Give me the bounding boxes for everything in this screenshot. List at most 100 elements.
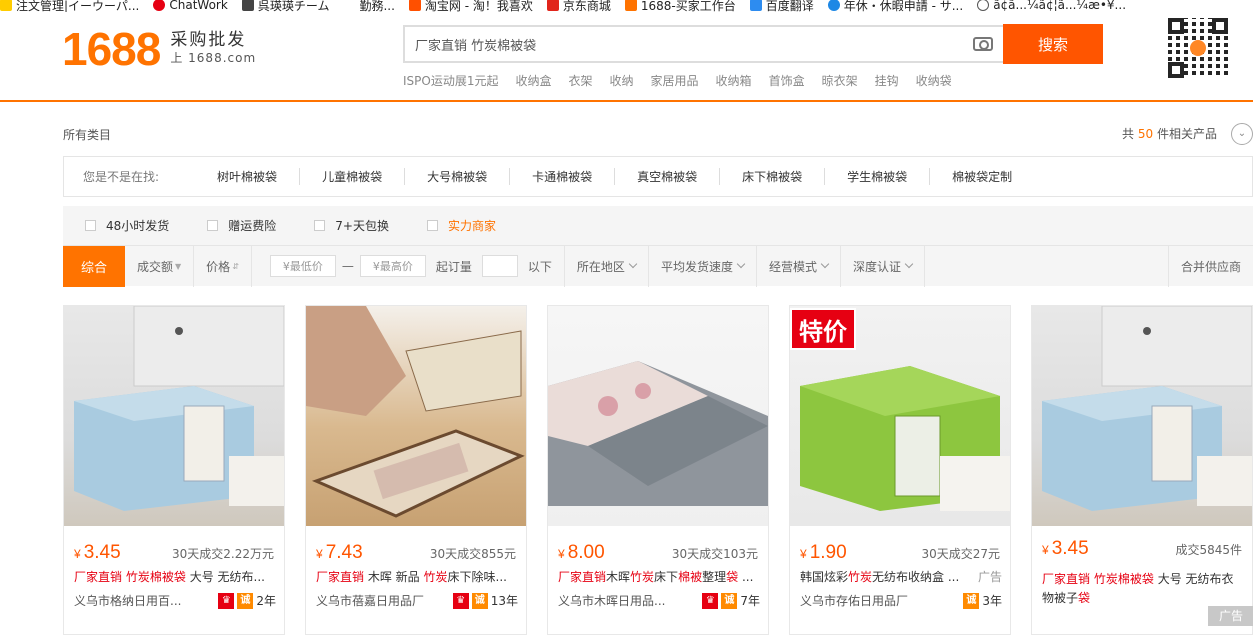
product-image[interactable] — [1032, 306, 1252, 526]
camera-icon[interactable] — [973, 37, 993, 51]
filter-speed[interactable]: 平均发货速度 — [649, 245, 757, 287]
crown-badge-icon: ♛ — [702, 592, 719, 609]
hot-keyword[interactable]: 晾衣架 — [822, 72, 858, 89]
company-name[interactable]: 义乌市存佑日用品厂 — [800, 592, 960, 609]
checkbox[interactable] — [427, 220, 438, 231]
hot-keyword[interactable]: ISPO运动展1元起 — [403, 72, 498, 89]
product-title-line2[interactable]: 物被子袋 — [1042, 589, 1244, 606]
suggestion-item[interactable]: 儿童棉被袋 — [300, 168, 406, 185]
bookmark-label: 百度翻译 — [765, 0, 814, 12]
title-text: 无纺布收纳盒 ... — [872, 570, 960, 584]
filter-48h[interactable]: 48小时发货 — [85, 217, 169, 234]
logo-slogan: 采购批发 — [170, 30, 247, 50]
product-title[interactable]: 厂家直销木晖竹炭床下棉被整理袋 ... — [558, 568, 760, 585]
chevron-down-icon — [736, 259, 746, 269]
sort-sales[interactable]: 成交额 ▼ — [125, 245, 195, 287]
product-card[interactable]: 特价 ¥1.90 30天成交27元 韩国炫彩竹炭无纺布收纳盒 ... 广告 义乌市存… — [789, 305, 1011, 635]
company-name[interactable]: 义乌市木晖日用品... — [558, 592, 699, 609]
suggestion-item[interactable]: 真空棉被袋 — [615, 168, 721, 185]
title-text: ... — [741, 570, 754, 584]
merge-suppliers[interactable]: 合并供应商 — [1167, 245, 1253, 287]
search-input[interactable] — [405, 36, 973, 52]
bookmark-label: ChatWork — [169, 0, 228, 12]
sort-updown-icon: ⇵ — [232, 261, 239, 271]
hot-keyword[interactable]: 收纳盒 — [515, 72, 551, 89]
sort-comprehensive[interactable]: 综合 — [63, 245, 125, 287]
apple-icon — [241, 0, 254, 11]
all-categories[interactable]: 所有类目 — [63, 126, 111, 143]
product-title[interactable]: 厂家直销 竹炭棉被袋 大号 无纺布衣 — [1042, 570, 1244, 587]
filter-exchange[interactable]: 7+天包换 — [314, 217, 389, 234]
checkbox[interactable] — [314, 220, 326, 231]
suggestion-item[interactable]: 学生棉被袋 — [825, 168, 931, 185]
product-image[interactable]: 特价 — [790, 306, 1010, 526]
product-image[interactable] — [548, 306, 768, 526]
title-highlight: 棉被 — [678, 570, 703, 584]
count-prefix: 共 — [1122, 127, 1135, 141]
title-highlight: 竹炭棉被袋 — [1093, 572, 1154, 586]
moq-input[interactable] — [481, 255, 518, 277]
logo-number: 1688 — [62, 23, 161, 75]
bookmark-label: 淘宝网 - 淘！我喜欢 — [424, 0, 533, 12]
product-image[interactable] — [306, 306, 526, 526]
site-logo[interactable]: 1688 采购批发 上 1688.com — [62, 22, 256, 76]
bookmark-10[interactable]: ã¢ã...¼ã¢¦ã...¼æ•¥... — [977, 0, 1126, 12]
title-text: 韩国炫彩 — [800, 570, 849, 584]
hot-keyword[interactable]: 首饰盒 — [769, 72, 805, 89]
product-card[interactable]: ¥7.43 30天成交855元 厂家直销 木晖 新品 竹炭床下除味... 义乌市蓓… — [305, 305, 527, 635]
suggestion-item[interactable]: 床下棉被袋 — [720, 168, 826, 185]
bookmark-7[interactable]: 1688-买家工作台 — [624, 0, 736, 12]
checkbox[interactable] — [85, 220, 96, 231]
filter-mode[interactable]: 经营模式 — [757, 245, 841, 287]
max-price-input[interactable]: ¥最高价 — [359, 255, 426, 277]
filter-strong-merchant[interactable]: 实力商家 — [427, 217, 496, 234]
ad-label: 广告 — [1208, 606, 1253, 626]
title-text: 木晖 — [606, 570, 631, 584]
company-name[interactable]: 义乌市格纳日用百... — [74, 592, 215, 609]
checkbox[interactable] — [207, 220, 219, 231]
sort-price[interactable]: 价格 ⇵ — [194, 245, 252, 287]
filter-insurance[interactable]: 赠运费险 — [207, 217, 276, 234]
hot-keyword[interactable]: 衣架 — [569, 72, 593, 89]
hot-keyword[interactable]: 收纳袋 — [916, 72, 952, 89]
sort-label: 价格 — [206, 259, 231, 274]
bookmark-3[interactable]: 呉瑛瑛チーム — [241, 0, 329, 12]
company-name[interactable]: 义乌市蓓嘉日用品厂 — [316, 592, 450, 609]
suggestion-item[interactable]: 大号棉被袋 — [405, 168, 511, 185]
suggestion-item[interactable]: 卡通棉被袋 — [510, 168, 616, 185]
special-price-tag: 特价 — [790, 308, 856, 350]
bookmark-4[interactable]: 勤務... — [343, 0, 395, 12]
min-price-input[interactable]: ¥最低价 — [269, 255, 336, 277]
product-title[interactable]: 韩国炫彩竹炭无纺布收纳盒 ... 广告 — [800, 568, 1002, 585]
search-button[interactable]: 搜索 — [1003, 24, 1103, 64]
bookmark-8[interactable]: 百度翻译 — [749, 0, 814, 12]
chevron-down-icon[interactable]: ⌄ — [1231, 123, 1253, 145]
product-image[interactable] — [64, 306, 284, 526]
suggestion-item[interactable]: 棉被袋定制 — [930, 168, 1034, 185]
product-card[interactable]: ¥8.00 30天成交103元 厂家直销木晖竹炭床下棉被整理袋 ... 义乌市木晖… — [547, 305, 769, 635]
product-card[interactable]: ¥3.45 成交5845件 厂家直销 竹炭棉被袋 大号 无纺布衣 物被子袋 广告 — [1031, 305, 1253, 635]
filter-region[interactable]: 所在地区 — [565, 245, 649, 287]
hot-keywords: ISPO运动展1元起 收纳盒 衣架 收纳 家居用品 收纳箱 首饰盒 晾衣架 挂钩… — [403, 72, 969, 89]
title-text: 整理 — [702, 570, 727, 584]
bookmark-9[interactable]: 年休・休暇申請 - サ... — [827, 0, 963, 12]
suggestion-item[interactable]: 树叶棉被袋 — [195, 168, 301, 185]
product-title[interactable]: 厂家直销 木晖 新品 竹炭床下除味... — [316, 568, 518, 585]
bookmark-5[interactable]: 淘宝网 - 淘！我喜欢 — [408, 0, 533, 12]
company-row: 义乌市格纳日用百... ♛ 诚 2年 — [74, 592, 276, 609]
currency-symbol: ¥ — [800, 547, 807, 561]
hot-keyword[interactable]: 收纳箱 — [716, 72, 752, 89]
bookmark-6[interactable]: 京东商城 — [546, 0, 611, 12]
title-text: 物被子 — [1042, 591, 1079, 605]
hot-keyword[interactable]: 家居用品 — [651, 72, 699, 89]
filter-auth[interactable]: 深度认证 — [841, 245, 925, 287]
bookmark-1[interactable]: 注文管理|イーウーパ... — [0, 0, 139, 12]
product-title[interactable]: 厂家直销 竹炭棉被袋 大号 无纺布... — [74, 568, 276, 585]
bookmark-icon — [0, 0, 12, 11]
hot-keyword[interactable]: 挂钩 — [875, 72, 899, 89]
title-highlight: 竹炭 — [423, 570, 448, 584]
product-card[interactable]: ¥3.45 30天成交2.22万元 厂家直销 竹炭棉被袋 大号 无纺布... 义乌… — [63, 305, 285, 635]
hot-keyword[interactable]: 收纳 — [610, 72, 634, 89]
product-grid: ¥3.45 30天成交2.22万元 厂家直销 竹炭棉被袋 大号 无纺布... 义乌… — [63, 305, 1253, 635]
bookmark-2[interactable]: ChatWork — [153, 0, 228, 12]
